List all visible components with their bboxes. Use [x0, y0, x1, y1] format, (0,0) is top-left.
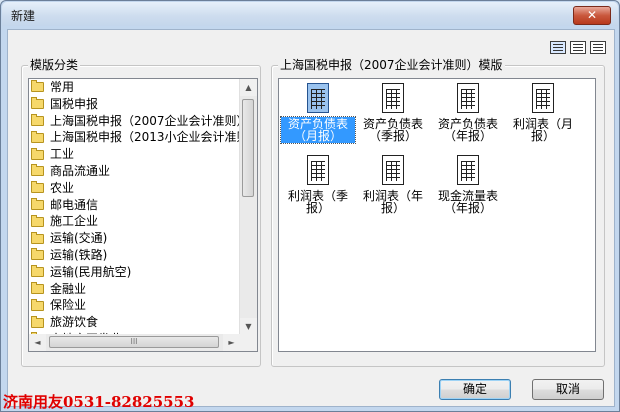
scroll-left-button[interactable]: ◄: [29, 334, 46, 351]
scrollbar-corner: [240, 334, 257, 351]
template-group: 上海国税申报（2007企业会计准则）模版 资产负债表（月报） 资产负债表（季报）资…: [271, 58, 605, 367]
category-tree[interactable]: 常用国税申报上海国税申报（2007企业会计准则） 上海国税申报（2013小企业会计…: [28, 78, 258, 352]
report-sheet-icon: [307, 155, 329, 185]
tree-item-label: 国税申报: [50, 96, 99, 111]
view-mode-toolbar: [550, 41, 606, 54]
template-item[interactable]: 利润表（年报）: [356, 155, 430, 215]
folder-icon: [31, 164, 44, 177]
report-sheet-icon: [382, 83, 404, 113]
report-sheet-icon: [457, 155, 479, 185]
tree-item[interactable]: 邮电通信: [29, 197, 239, 214]
tree-item[interactable]: 保险业: [29, 297, 239, 314]
template-group-legend: 上海国税申报（2007企业会计准则）模版: [278, 58, 505, 72]
scroll-up-button[interactable]: ▲: [240, 79, 257, 96]
tree-item-label: 金融业: [50, 281, 87, 296]
folder-icon: [31, 298, 44, 311]
scroll-right-button[interactable]: ►: [223, 334, 240, 351]
tree-item[interactable]: 农业: [29, 180, 239, 197]
category-group: 模版分类 常用国税申报上海国税申报（2007企业会计准则） 上海国税申报（2013…: [21, 58, 261, 367]
folder-icon: [31, 181, 44, 194]
large-icons-icon[interactable]: [550, 41, 566, 54]
template-label: 利润表（季报）: [287, 189, 348, 215]
list-icon[interactable]: [590, 41, 606, 54]
tree-item[interactable]: 上海国税申报（2013小企业会计准则）: [29, 129, 239, 146]
folder-icon: [31, 97, 44, 110]
horizontal-scroll-thumb[interactable]: III: [49, 336, 219, 348]
template-label: 利润表（月报）: [512, 117, 573, 143]
tree-item-label: 运输(铁路): [50, 247, 108, 262]
tree-item-label: 商品流通业: [50, 163, 111, 178]
folder-icon: [31, 113, 44, 126]
template-item[interactable]: 现金流量表（年报）: [431, 155, 505, 215]
title-bar[interactable]: 新建 ✕: [2, 2, 618, 26]
folder-icon: [31, 315, 44, 328]
folder-icon: [31, 214, 44, 227]
tree-item-label: 运输(交通): [50, 231, 108, 246]
tree-item[interactable]: 商品流通业: [29, 163, 239, 180]
template-label: 资产负债表（月报）: [280, 116, 356, 144]
tree-item[interactable]: 金融业: [29, 281, 239, 298]
folder-icon: [31, 265, 44, 278]
details-icon[interactable]: [570, 41, 586, 54]
tree-item[interactable]: 施工企业: [29, 213, 239, 230]
tree-item[interactable]: 国税申报: [29, 96, 239, 113]
tree-item[interactable]: 运输(民用航空): [29, 264, 239, 281]
tree-item[interactable]: 常用: [29, 79, 239, 96]
dialog-window: 新建 ✕ 模版分类 常用国税申报上海国税申报（2007企业会计准则） 上海国税申报…: [0, 0, 620, 412]
template-icon-view[interactable]: 资产负债表（月报） 资产负债表（季报） 资产负债表（年报） 利润表（月报） 利润表（季报…: [278, 78, 596, 352]
horizontal-scrollbar[interactable]: ◄ III ►: [29, 334, 240, 351]
folder-icon: [31, 147, 44, 160]
report-sheet-icon: [382, 155, 404, 185]
tree-item-label: 旅游饮食: [50, 315, 99, 330]
tree-item-label: 邮电通信: [50, 197, 99, 212]
tree-item-label: 保险业: [50, 298, 87, 313]
template-item[interactable]: 资产负债表（季报）: [356, 83, 430, 143]
vertical-scrollbar[interactable]: ▲ ▼: [239, 79, 257, 335]
category-list: 常用国税申报上海国税申报（2007企业会计准则） 上海国税申报（2013小企业会计…: [29, 79, 239, 335]
report-sheet-icon: [457, 83, 479, 113]
report-sheet-icon: [307, 83, 329, 113]
tree-item-label: 运输(民用航空): [50, 264, 132, 279]
tree-item-label: 施工企业: [50, 214, 99, 229]
scroll-down-button[interactable]: ▼: [240, 318, 257, 335]
tree-item-label: 上海国税申报（2007企业会计准则）: [50, 113, 239, 128]
tree-item[interactable]: 旅游饮食: [29, 314, 239, 331]
window-title: 新建: [11, 9, 36, 23]
folder-icon: [31, 80, 44, 93]
category-group-legend: 模版分类: [28, 58, 81, 72]
tree-item[interactable]: 运输(铁路): [29, 247, 239, 264]
cancel-button[interactable]: 取消: [532, 379, 604, 400]
ok-button[interactable]: 确定: [439, 379, 511, 400]
tree-item[interactable]: 运输(交通): [29, 230, 239, 247]
folder-icon: [31, 197, 44, 210]
folder-icon: [31, 231, 44, 244]
tree-item[interactable]: 上海国税申报（2007企业会计准则）: [29, 113, 239, 130]
template-item[interactable]: 资产负债表（年报）: [431, 83, 505, 143]
folder-icon: [31, 281, 44, 294]
tree-item[interactable]: 工业: [29, 146, 239, 163]
folder-icon: [31, 248, 44, 261]
template-label: 资产负债表（年报）: [437, 117, 498, 143]
template-item[interactable]: 利润表（季报）: [281, 155, 355, 215]
close-button[interactable]: ✕: [573, 6, 611, 25]
tree-item-label: 农业: [50, 180, 75, 195]
folder-icon: [31, 130, 44, 143]
template-item[interactable]: 利润表（月报）: [506, 83, 580, 143]
tree-item-label: 上海国税申报（2013小企业会计准则）: [50, 130, 239, 145]
watermark-text: 济南用友0531-82825553: [3, 393, 195, 411]
tree-item-label: 工业: [50, 147, 75, 162]
vertical-scroll-thumb[interactable]: [242, 99, 254, 197]
tree-item-label: 常用: [50, 80, 75, 94]
dialog-body: 模版分类 常用国税申报上海国税申报（2007企业会计准则） 上海国税申报（2013…: [7, 29, 615, 407]
template-label: 现金流量表（年报）: [437, 189, 498, 215]
template-label: 利润表（年报）: [362, 189, 423, 215]
template-item[interactable]: 资产负债表（月报）: [280, 83, 356, 144]
report-sheet-icon: [532, 83, 554, 113]
template-label: 资产负债表（季报）: [362, 117, 423, 143]
